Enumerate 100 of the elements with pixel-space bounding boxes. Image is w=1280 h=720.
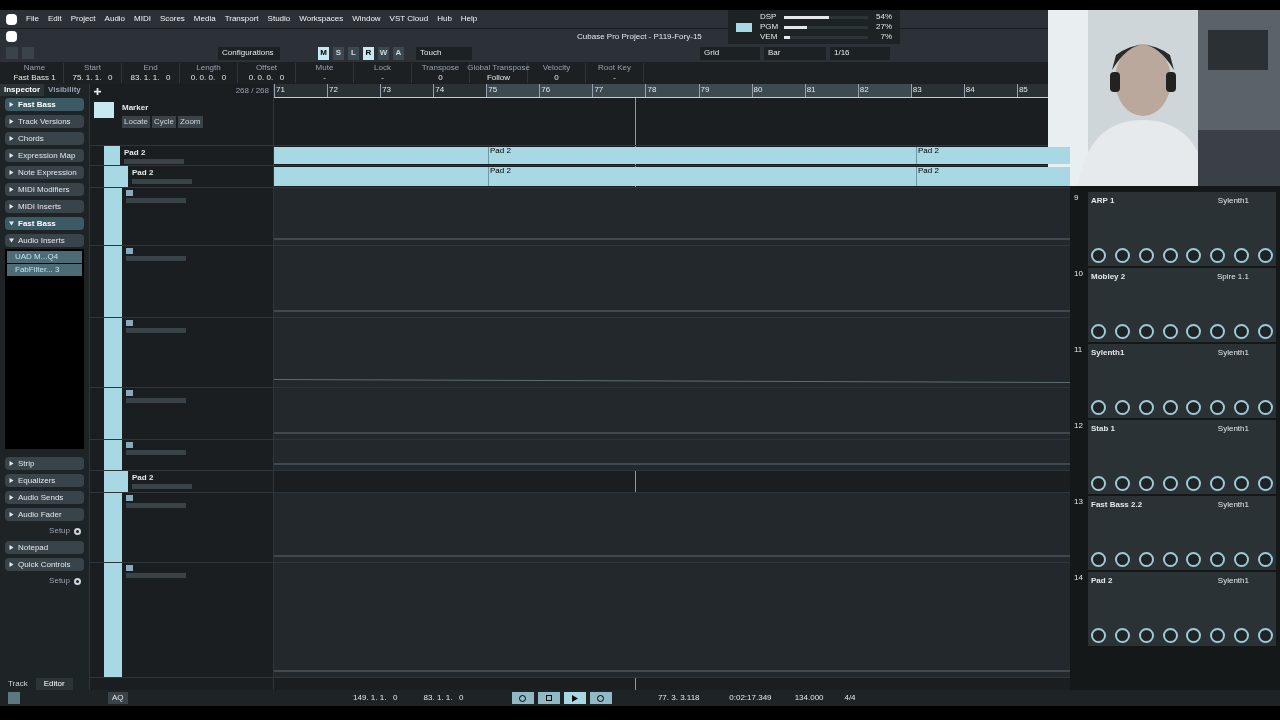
menu-item[interactable]: Hub	[437, 13, 452, 25]
knob[interactable]	[1091, 476, 1106, 491]
inspector-section[interactable]: Audio Fader	[5, 508, 84, 521]
play-button[interactable]	[563, 692, 586, 704]
knob[interactable]	[1114, 476, 1130, 491]
midi-part[interactable]: Pad 2	[488, 167, 916, 186]
parameter-field[interactable]	[126, 256, 186, 261]
knob[interactable]	[1234, 248, 1250, 263]
midi-part[interactable]: Pad 2	[916, 167, 1070, 186]
inspector-section[interactable]: MIDI Modifiers	[5, 183, 84, 196]
setup-label[interactable]: Setup	[49, 525, 70, 537]
knob[interactable]	[1162, 324, 1178, 339]
inspector-tab[interactable]: Visibility	[44, 84, 85, 96]
configurations-dropdown[interactable]: Configurations	[218, 46, 280, 60]
info-value[interactable]: 0. 0. 0. 0	[190, 73, 227, 83]
panel-tab[interactable]: Editor	[35, 678, 73, 690]
info-value[interactable]: 0. 0. 0. 0	[248, 73, 285, 83]
marker-button[interactable]: Zoom	[178, 116, 203, 128]
inspector-section[interactable]: Quick Controls	[5, 558, 84, 571]
track-controls-icon[interactable]	[124, 159, 184, 164]
parameter-field[interactable]	[126, 328, 186, 333]
menu-item[interactable]: File	[26, 13, 39, 25]
inspector-section[interactable]: Audio Inserts	[5, 234, 84, 247]
gear-icon[interactable]	[74, 577, 81, 585]
automation-mode-dropdown[interactable]: Touch	[416, 46, 472, 60]
inspector-section[interactable]: Strip	[5, 457, 84, 470]
knob[interactable]	[1138, 552, 1154, 567]
knob[interactable]	[1210, 552, 1226, 567]
knob[interactable]	[1186, 400, 1202, 415]
mode-toggle[interactable]: S	[333, 46, 344, 60]
knob[interactable]	[1114, 400, 1130, 415]
inspector-section[interactable]: Expression Map	[5, 149, 84, 162]
mode-toggle[interactable]: L	[348, 46, 359, 60]
parameter-field[interactable]	[126, 198, 186, 203]
inspector-section[interactable]: Track Versions	[5, 115, 84, 128]
knob[interactable]	[1162, 628, 1178, 643]
parameter-field[interactable]	[126, 503, 186, 508]
knob[interactable]	[1091, 324, 1106, 339]
knob[interactable]	[1234, 476, 1250, 491]
track-controls-icon[interactable]	[132, 484, 192, 489]
menu-item[interactable]: Project	[70, 13, 96, 25]
menu-item[interactable]: MIDI	[134, 13, 151, 25]
knob[interactable]	[1257, 248, 1273, 263]
menu-item[interactable]: Window	[352, 13, 381, 25]
aq-button[interactable]: AQ	[108, 692, 128, 704]
knob[interactable]	[1091, 248, 1106, 263]
snap-type-dropdown[interactable]: Grid	[700, 46, 760, 60]
insert-slot[interactable]: FabFilter... 3	[7, 264, 82, 276]
menu-item[interactable]: Studio	[267, 13, 291, 25]
marker-button[interactable]: Locate	[122, 116, 151, 128]
knob[interactable]	[1234, 324, 1250, 339]
knob[interactable]	[1114, 552, 1130, 567]
knob[interactable]	[1138, 248, 1154, 263]
grid-type-dropdown[interactable]: Bar	[764, 46, 826, 60]
inspector-section[interactable]: Fast Bass	[5, 98, 84, 111]
knob[interactable]	[1186, 476, 1202, 491]
inspector-section[interactable]: Note Expression	[5, 166, 84, 179]
left-locator[interactable]: 149. 1. 1. 0	[335, 692, 398, 704]
inspector-section[interactable]: MIDI Inserts	[5, 200, 84, 213]
position-display[interactable]: 77. 3. 3.118	[639, 692, 700, 704]
knob[interactable]	[1162, 476, 1178, 491]
inspector-section[interactable]: Audio Sends	[5, 491, 84, 504]
knob[interactable]	[1257, 552, 1273, 567]
marker-button[interactable]: Cycle	[152, 116, 177, 128]
parameter-field[interactable]	[126, 398, 186, 403]
knob[interactable]	[1210, 324, 1226, 339]
knob[interactable]	[1210, 628, 1226, 643]
inspector-section[interactable]: Equalizers	[5, 474, 84, 487]
knob[interactable]	[1210, 476, 1226, 491]
knob[interactable]	[1257, 628, 1273, 643]
info-value[interactable]: -	[323, 73, 326, 83]
menu-item[interactable]: Edit	[47, 13, 62, 25]
menu-item[interactable]: VST Cloud	[389, 13, 429, 25]
add-track-icon[interactable]	[94, 87, 101, 95]
tempo-display[interactable]: 134.000	[775, 692, 824, 704]
mode-toggle[interactable]: A	[393, 46, 404, 60]
mode-toggle[interactable]: R	[363, 46, 374, 60]
gear-icon[interactable]	[74, 527, 81, 535]
knob[interactable]	[1186, 248, 1202, 263]
menu-item[interactable]: Workspaces	[299, 13, 344, 25]
knob[interactable]	[1257, 476, 1273, 491]
knob[interactable]	[1162, 400, 1178, 415]
knob[interactable]	[1186, 628, 1202, 643]
knob[interactable]	[1257, 400, 1273, 415]
knob[interactable]	[1186, 324, 1202, 339]
signature-display[interactable]: 4/4	[827, 692, 856, 704]
knob[interactable]	[1186, 552, 1202, 567]
knob[interactable]	[1210, 400, 1226, 415]
track-controls-icon[interactable]	[132, 179, 192, 184]
cycle-button[interactable]	[511, 692, 534, 704]
knob[interactable]	[1234, 552, 1250, 567]
info-value[interactable]: 0	[438, 73, 443, 83]
knob[interactable]	[1210, 248, 1226, 263]
knob[interactable]	[1257, 324, 1273, 339]
mode-toggle[interactable]: W	[378, 46, 389, 60]
knob[interactable]	[1138, 400, 1154, 415]
info-value[interactable]: 0	[554, 73, 559, 83]
quantize-dropdown[interactable]: 1/16	[830, 46, 890, 60]
info-value[interactable]: -	[613, 73, 616, 83]
track-name[interactable]: Pad 2	[132, 473, 192, 482]
